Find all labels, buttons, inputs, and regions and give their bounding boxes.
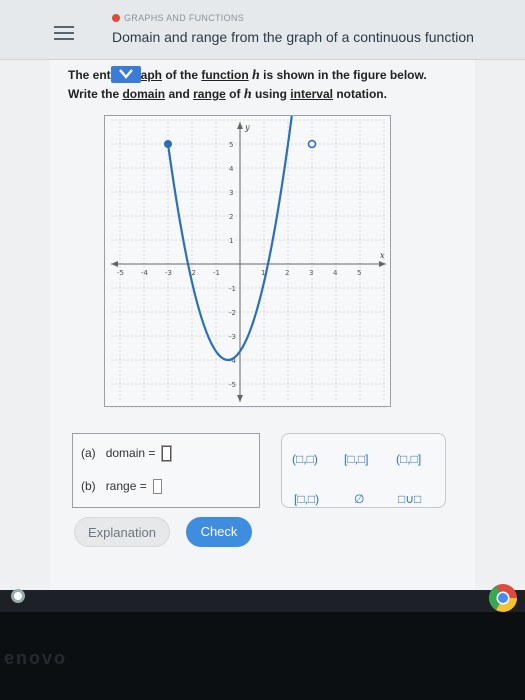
hamburger-menu-icon[interactable] bbox=[54, 26, 74, 42]
header-bar: GRAPHS AND FUNCTIONS Domain and range fr… bbox=[0, 0, 525, 60]
union-button[interactable]: □∪□ bbox=[398, 492, 421, 506]
launcher-icon[interactable] bbox=[11, 589, 25, 603]
laptop-bezel bbox=[0, 612, 525, 700]
closed-open-interval-button[interactable]: [□,□) bbox=[294, 492, 319, 506]
explanation-button[interactable]: Explanation bbox=[74, 517, 170, 547]
domain-row: (a) domain = bbox=[81, 446, 171, 461]
check-button[interactable]: Check bbox=[186, 517, 252, 547]
bezel-brand-text: enovo bbox=[4, 648, 68, 668]
topic-category: GRAPHS AND FUNCTIONS bbox=[112, 13, 244, 23]
x-tick-label: 5 bbox=[357, 269, 361, 277]
answer-box: (a) domain = (b) range = bbox=[72, 433, 260, 508]
x-axis-arrow bbox=[379, 261, 386, 267]
x-tick-label: -5 bbox=[117, 269, 124, 277]
closed-closed-interval-button[interactable]: [□,□] bbox=[344, 452, 369, 466]
y-tick-label: 5 bbox=[229, 141, 233, 149]
x-tick-label: 2 bbox=[285, 269, 289, 277]
y-tick-label: -5 bbox=[229, 381, 236, 389]
x-axis-label: x bbox=[380, 251, 385, 260]
y-tick-label: 2 bbox=[229, 213, 233, 221]
x-tick-label: 4 bbox=[333, 269, 338, 277]
x-axis-arrow-left bbox=[111, 261, 118, 267]
interval-link[interactable]: interval bbox=[290, 87, 333, 101]
y-axis-label: y bbox=[244, 123, 250, 132]
chevron-down-icon bbox=[118, 69, 133, 79]
function-link[interactable]: function bbox=[201, 68, 248, 82]
domain-input[interactable] bbox=[161, 446, 171, 461]
x-tick-label: -1 bbox=[213, 269, 220, 277]
open-closed-interval-button[interactable]: (□,□] bbox=[396, 452, 421, 466]
function-graph: xy-5 -4 -3 -2 -1 1 2 3 4 554321-1-2-3-4-5 bbox=[95, 0, 386, 409]
page-title: Domain and range from the graph of a con… bbox=[112, 29, 474, 45]
collapse-chevron-button[interactable] bbox=[110, 66, 141, 83]
empty-set-button[interactable]: ∅ bbox=[354, 492, 364, 506]
open-endpoint-dot bbox=[307, 139, 317, 149]
category-dot-icon bbox=[112, 14, 120, 22]
y-axis-arrow bbox=[237, 122, 243, 129]
y-tick-label: -3 bbox=[229, 333, 236, 341]
chrome-icon[interactable] bbox=[487, 582, 519, 614]
y-tick-label: -1 bbox=[229, 285, 236, 293]
question-prompt: The ent aph of the function h is shown in… bbox=[68, 66, 427, 102]
y-tick-label: -2 bbox=[229, 309, 236, 317]
y-tick-label: 4 bbox=[229, 165, 234, 173]
range-input[interactable] bbox=[153, 479, 163, 494]
open-open-interval-button[interactable]: (□,□) bbox=[292, 452, 318, 466]
y-axis-arrow-down bbox=[237, 395, 243, 402]
y-tick-label: 1 bbox=[229, 237, 233, 245]
domain-link[interactable]: domain bbox=[122, 87, 165, 101]
graph-container: x y -5 -4 -3 -2 -1 1 2 3 4 5 5 4 3 2 1 -1 -2 -3 -4 -5 bbox=[95, 0, 391, 409]
app-screen: GRAPHS AND FUNCTIONS Domain and range fr… bbox=[0, 0, 525, 590]
range-row: (b) range = bbox=[81, 479, 163, 494]
x-tick-label: -4 bbox=[141, 269, 149, 277]
os-taskbar bbox=[0, 590, 525, 612]
range-link[interactable]: range bbox=[193, 87, 226, 101]
x-tick-label: 3 bbox=[309, 269, 313, 277]
y-tick-label: 3 bbox=[229, 189, 233, 197]
closed-endpoint-dot bbox=[164, 140, 172, 148]
symbol-palette: (□,□) [□,□] (□,□] [□,□) ∅ □∪□ bbox=[281, 433, 446, 508]
x-tick-label: -3 bbox=[165, 269, 172, 277]
